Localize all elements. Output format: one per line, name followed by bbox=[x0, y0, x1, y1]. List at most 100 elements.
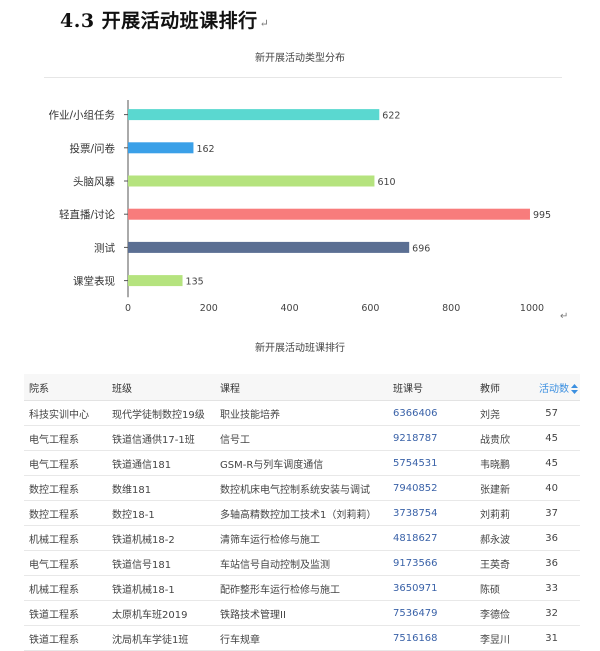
cell-activity-count: 37 bbox=[533, 500, 580, 526]
cell-class-code[interactable]: 7940852 bbox=[388, 475, 475, 501]
category-label: 作业/小组任务 bbox=[48, 109, 115, 122]
category-label: 投票/问卷 bbox=[69, 142, 115, 155]
cell-activity-count: 36 bbox=[533, 550, 580, 576]
cell-class-code[interactable]: 3738754 bbox=[388, 500, 475, 526]
data-label: 995 bbox=[533, 210, 551, 221]
table-title: 新开展活动班课排行 bbox=[255, 343, 345, 354]
cell-course: 车站信号自动控制及监测 bbox=[215, 550, 388, 576]
paragraph-mark: ↵ bbox=[560, 311, 569, 322]
table-row[interactable]: 数控工程系 数维181 数控机床电气控制系统安装与调试 7940852 张建新 40 bbox=[24, 475, 580, 501]
cell-class-code[interactable]: 3650971 bbox=[388, 575, 475, 601]
col-header-course[interactable]: 课程 bbox=[215, 374, 388, 401]
cell-class-code[interactable]: 4818627 bbox=[388, 525, 475, 551]
table-row[interactable]: 电气工程系 铁道信号181 车站信号自动控制及监测 9173566 王英奇 36 bbox=[24, 550, 580, 576]
cell-course: 多轴高精数控加工技术1（刘莉莉） bbox=[215, 500, 388, 526]
bar bbox=[128, 109, 380, 121]
cell-activity-count: 40 bbox=[533, 475, 580, 501]
x-tick-label: 400 bbox=[281, 303, 299, 314]
col-header-class-code[interactable]: 班课号 bbox=[388, 374, 475, 401]
category-label: 课堂表现 bbox=[73, 275, 115, 288]
cell-class-code[interactable]: 7516168 bbox=[388, 625, 475, 651]
cell-class-code[interactable]: 9173566 bbox=[388, 550, 475, 576]
data-label: 696 bbox=[412, 243, 430, 254]
data-label: 610 bbox=[377, 177, 395, 188]
cell-teacher: 刘尧 bbox=[475, 400, 533, 426]
cell-class: 沈局机车学徒1班 bbox=[107, 625, 215, 651]
table-row[interactable]: 机械工程系 铁道机械18-1 配砟整形车运行检修与施工 3650971 陈硕 33 bbox=[24, 575, 580, 601]
cell-teacher: 战贵欣 bbox=[475, 425, 533, 451]
category-label: 轻直播/讨论 bbox=[59, 208, 116, 221]
ranking-table: 院系 班级 课程 班课号 教师 活动数 科技实训中心 现代学徒制数控19级 职业技能… bbox=[24, 374, 580, 651]
col-header-teacher[interactable]: 教师 bbox=[475, 374, 533, 401]
category-label: 头脑风暴 bbox=[73, 175, 115, 188]
table-row[interactable]: 电气工程系 铁道通信181 GSM-R与列车调度通信 5754531 韦晓鹏 45 bbox=[24, 450, 580, 476]
table-header-row: 院系 班级 课程 班课号 教师 活动数 bbox=[24, 374, 580, 401]
cell-course: 职业技能培养 bbox=[215, 400, 388, 426]
cell-course: 信号工 bbox=[215, 425, 388, 451]
table-row[interactable]: 电气工程系 铁道信通供17-1班 信号工 9218787 战贵欣 45 bbox=[24, 425, 580, 451]
table-row[interactable]: 科技实训中心 现代学徒制数控19级 职业技能培养 6366406 刘尧 57 bbox=[24, 400, 580, 426]
cell-class-code[interactable]: 6366406 bbox=[388, 400, 475, 426]
cell-activity-count: 31 bbox=[533, 625, 580, 651]
table-row[interactable]: 铁道工程系 太原机车班2019 铁路技术管理II 7536479 李德俭 32 bbox=[24, 600, 580, 626]
table-row[interactable]: 机械工程系 铁道机械18-2 清筛车运行检修与施工 4818627 郝永波 36 bbox=[24, 525, 580, 551]
cell-course: 清筛车运行检修与施工 bbox=[215, 525, 388, 551]
cell-department: 数控工程系 bbox=[24, 500, 107, 526]
bar-chart: 作业/小组任务 622 投票/问卷 162 头脑风暴 610 轻直播/讨论 995 测试 696 课… bbox=[48, 100, 551, 314]
cell-activity-count: 32 bbox=[533, 600, 580, 626]
bar bbox=[128, 142, 194, 154]
col-header-class[interactable]: 班级 bbox=[107, 374, 215, 401]
cell-class: 铁道通信181 bbox=[107, 450, 215, 476]
cell-activity-count: 33 bbox=[533, 575, 580, 601]
cell-class: 铁道机械18-1 bbox=[107, 575, 215, 601]
cell-course: GSM-R与列车调度通信 bbox=[215, 450, 388, 476]
bar bbox=[128, 275, 183, 287]
cell-class: 铁道机械18-2 bbox=[107, 525, 215, 551]
cell-teacher: 王英奇 bbox=[475, 550, 533, 576]
cell-teacher: 李昱川 bbox=[475, 625, 533, 651]
cell-teacher: 李德俭 bbox=[475, 600, 533, 626]
cell-teacher: 刘莉莉 bbox=[475, 500, 533, 526]
cell-teacher: 陈硕 bbox=[475, 575, 533, 601]
col-header-activity-count[interactable]: 活动数 bbox=[533, 374, 580, 401]
bar bbox=[128, 208, 530, 220]
cell-department: 科技实训中心 bbox=[24, 400, 107, 426]
cell-class: 数控18-1 bbox=[107, 500, 215, 526]
sort-icon[interactable] bbox=[571, 383, 578, 394]
cell-course: 配砟整形车运行检修与施工 bbox=[215, 575, 388, 601]
cell-course: 铁路技术管理II bbox=[215, 600, 388, 626]
x-tick-label: 0 bbox=[125, 303, 131, 314]
cell-class: 铁道信号181 bbox=[107, 550, 215, 576]
cell-department: 电气工程系 bbox=[24, 450, 107, 476]
cell-class-code[interactable]: 9218787 bbox=[388, 425, 475, 451]
cell-activity-count: 36 bbox=[533, 525, 580, 551]
cell-class: 铁道信通供17-1班 bbox=[107, 425, 215, 451]
x-tick-label: 200 bbox=[200, 303, 218, 314]
bar bbox=[128, 241, 410, 253]
cell-department: 机械工程系 bbox=[24, 525, 107, 551]
cell-class-code[interactable]: 5754531 bbox=[388, 450, 475, 476]
cell-department: 电气工程系 bbox=[24, 550, 107, 576]
data-label: 622 bbox=[382, 111, 400, 122]
cell-teacher: 张建新 bbox=[475, 475, 533, 501]
table-row[interactable]: 铁道工程系 沈局机车学徒1班 行车规章 7516168 李昱川 31 bbox=[24, 625, 580, 651]
bar bbox=[128, 175, 375, 187]
x-tick-label: 600 bbox=[361, 303, 379, 314]
x-tick-label: 1000 bbox=[520, 303, 544, 314]
category-label: 测试 bbox=[94, 241, 115, 254]
cell-class-code[interactable]: 7536479 bbox=[388, 600, 475, 626]
cell-teacher: 韦晓鹏 bbox=[475, 450, 533, 476]
data-label: 162 bbox=[196, 144, 214, 155]
cell-activity-count: 45 bbox=[533, 450, 580, 476]
table-row[interactable]: 数控工程系 数控18-1 多轴高精数控加工技术1（刘莉莉） 3738754 刘莉莉 37 bbox=[24, 500, 580, 526]
x-tick-label: 800 bbox=[442, 303, 460, 314]
cell-department: 铁道工程系 bbox=[24, 600, 107, 626]
cell-class: 太原机车班2019 bbox=[107, 600, 215, 626]
cell-class: 数维181 bbox=[107, 475, 215, 501]
cell-course: 行车规章 bbox=[215, 625, 388, 651]
col-header-department[interactable]: 院系 bbox=[24, 374, 107, 401]
cell-course: 数控机床电气控制系统安装与调试 bbox=[215, 475, 388, 501]
cell-department: 电气工程系 bbox=[24, 425, 107, 451]
cell-teacher: 郝永波 bbox=[475, 525, 533, 551]
cell-class: 现代学徒制数控19级 bbox=[107, 400, 215, 426]
